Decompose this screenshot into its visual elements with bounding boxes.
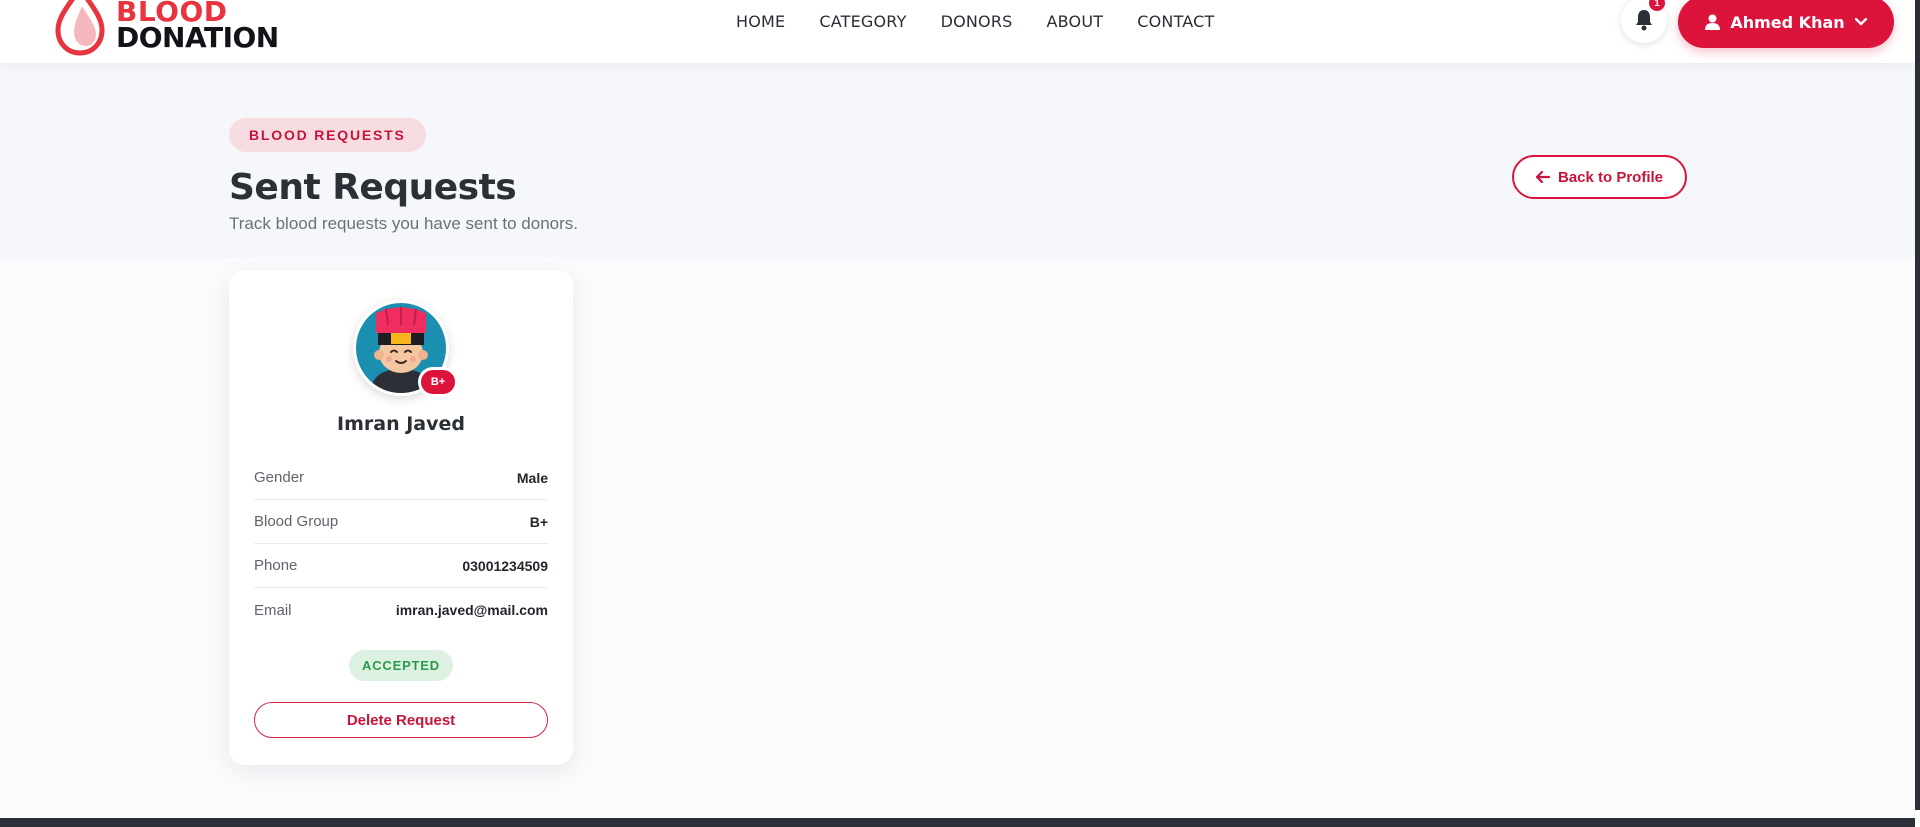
section-label: BLOOD REQUESTS [229, 118, 426, 152]
notifications-button[interactable]: 1 [1621, 0, 1667, 43]
info-row-gender: Gender Male [254, 456, 548, 500]
footer-edge [0, 818, 1915, 827]
back-to-profile-label: Back to Profile [1557, 168, 1664, 186]
nav-contact[interactable]: CONTACT [1137, 12, 1214, 31]
notification-count-badge: 1 [1649, 0, 1665, 11]
back-to-profile-button[interactable]: Back to Profile [1512, 155, 1687, 199]
page-title: Sent Requests [229, 167, 517, 208]
info-value: imran.javed@mail.com [395, 602, 548, 618]
info-row-phone: Phone 03001234509 [254, 544, 548, 588]
info-label: Phone [254, 557, 298, 574]
nav-home[interactable]: HOME [736, 12, 785, 31]
blood-drop-icon [55, 0, 105, 56]
nav-donors[interactable]: DONORS [941, 12, 1013, 31]
user-icon [1705, 14, 1721, 30]
donor-info-list: Gender Male Blood Group B+ Phone 0300123… [254, 456, 548, 632]
nav-category[interactable]: CATEGORY [819, 12, 906, 31]
info-label: Email [254, 601, 292, 619]
arrow-left-icon [1535, 171, 1550, 183]
info-label: Blood Group [254, 513, 339, 530]
page-scrollbar[interactable] [1915, 0, 1920, 810]
info-value: B+ [529, 513, 548, 530]
request-status-badge: ACCEPTED [349, 650, 453, 681]
site-header: BLOOD DONATION HOME CATEGORY DONORS ABOU… [0, 0, 1915, 63]
logo-text-bottom: DONATION [116, 21, 279, 54]
donor-name: Imran Javed [337, 413, 465, 435]
site-logo[interactable]: BLOOD DONATION [52, 0, 279, 56]
main-nav: HOME CATEGORY DONORS ABOUT CONTACT [736, 0, 1249, 42]
nav-about[interactable]: ABOUT [1047, 12, 1104, 31]
bell-icon [1636, 10, 1652, 31]
info-label: Gender [254, 469, 305, 486]
page-subtitle: Track blood requests you have sent to do… [229, 214, 579, 233]
request-card: B+ Imran Javed Gender Male Blood Group B… [229, 270, 573, 765]
user-name: Ahmed Khan [1730, 12, 1845, 32]
info-value: 03001234509 [462, 557, 548, 574]
delete-request-button[interactable]: Delete Request [254, 702, 548, 738]
blood-group-badge: B+ [418, 367, 458, 397]
donor-avatar-wrap: B+ [353, 300, 458, 397]
info-row-email: Email imran.javed@mail.com [254, 588, 548, 632]
user-menu-button[interactable]: Ahmed Khan [1678, 0, 1894, 48]
info-value: Male [516, 469, 548, 486]
info-row-blood-group: Blood Group B+ [254, 500, 548, 544]
chevron-down-icon [1854, 18, 1867, 26]
